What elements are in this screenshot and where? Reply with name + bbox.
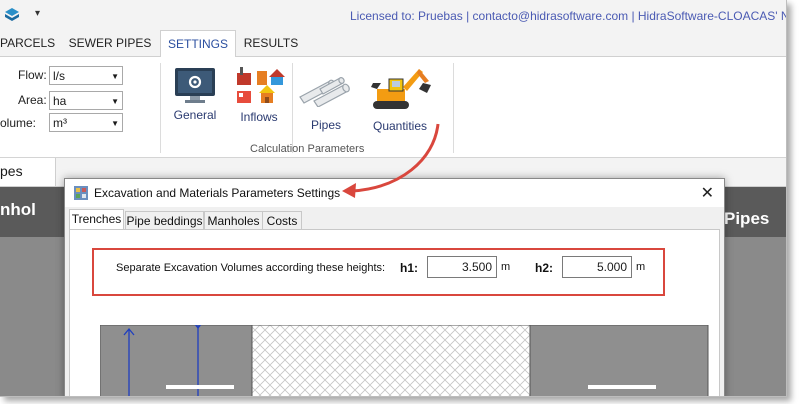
- volume-unit-select[interactable]: m³ ▼: [49, 113, 123, 132]
- tab-costs[interactable]: Costs: [262, 211, 302, 230]
- flow-unit-value: l/s: [53, 69, 65, 83]
- title-bar: ▾ Licensed to: Pruebas | contacto@hidras…: [0, 0, 786, 30]
- heights-highlight-box: [92, 248, 665, 296]
- area-unit-value: ha: [53, 94, 67, 108]
- app-window: ▾ Licensed to: Pruebas | contacto@hidras…: [0, 0, 787, 397]
- right-label-bar: [588, 385, 656, 389]
- monitor-settings-icon: [175, 68, 215, 103]
- dialog-app-icon: [74, 186, 88, 200]
- chevron-down-icon: ▼: [111, 97, 119, 106]
- tab-trenches[interactable]: Trenches: [69, 209, 124, 231]
- chevron-down-icon: ▼: [111, 72, 119, 81]
- left-label-bar: [166, 385, 234, 389]
- general-label: General: [173, 108, 217, 122]
- quick-access-dropdown-icon[interactable]: ▾: [35, 8, 40, 19]
- area-label: Area:: [18, 93, 47, 107]
- manholes-header: nhol: [0, 187, 64, 237]
- chevron-down-icon: ▼: [111, 119, 119, 128]
- buildings-icon: [237, 67, 285, 103]
- trench-fill-area: [251, 325, 531, 396]
- ribbon-separator: [160, 63, 161, 153]
- area-unit-select[interactable]: ha ▼: [49, 91, 123, 110]
- volume-label: olume:: [0, 116, 37, 130]
- tab-settings[interactable]: SETTINGS: [160, 30, 236, 58]
- tab-manholes[interactable]: Manholes: [204, 211, 263, 230]
- volume-unit-value: m³: [53, 116, 67, 130]
- close-icon[interactable]: ✕: [701, 183, 714, 203]
- flow-unit-select[interactable]: l/s ▼: [49, 66, 123, 85]
- license-text: Licensed to: Pruebas | contacto@hidrasof…: [350, 9, 787, 23]
- tab-results[interactable]: RESULTS: [238, 30, 304, 56]
- pipes-header: Pipes: [722, 187, 786, 237]
- excavator-icon: [371, 69, 431, 109]
- inflows-button[interactable]: Inflows: [230, 63, 288, 135]
- ribbon-tab-bar: PARCELS SEWER PIPES SETTINGS RESULTS: [0, 30, 786, 58]
- pipes-icon: [299, 77, 350, 108]
- dialog-title: Excavation and Materials Parameters Sett…: [94, 186, 341, 200]
- app-logo-icon[interactable]: [4, 7, 20, 23]
- flow-label: Flow:: [18, 68, 47, 82]
- ribbon-separator: [453, 63, 454, 153]
- tab-parcels[interactable]: PARCELS: [0, 30, 55, 56]
- annotation-arrow: [342, 123, 440, 198]
- trench-diagram: [100, 325, 709, 396]
- inflows-label: Inflows: [240, 110, 278, 124]
- ribbon-separator: [292, 63, 293, 153]
- general-button[interactable]: General: [166, 65, 224, 135]
- tab-sewer-pipes[interactable]: SEWER PIPES: [60, 30, 160, 56]
- tab-pipe-beddings[interactable]: Pipe beddings: [125, 211, 204, 230]
- document-tab-pipes[interactable]: pes: [0, 158, 56, 186]
